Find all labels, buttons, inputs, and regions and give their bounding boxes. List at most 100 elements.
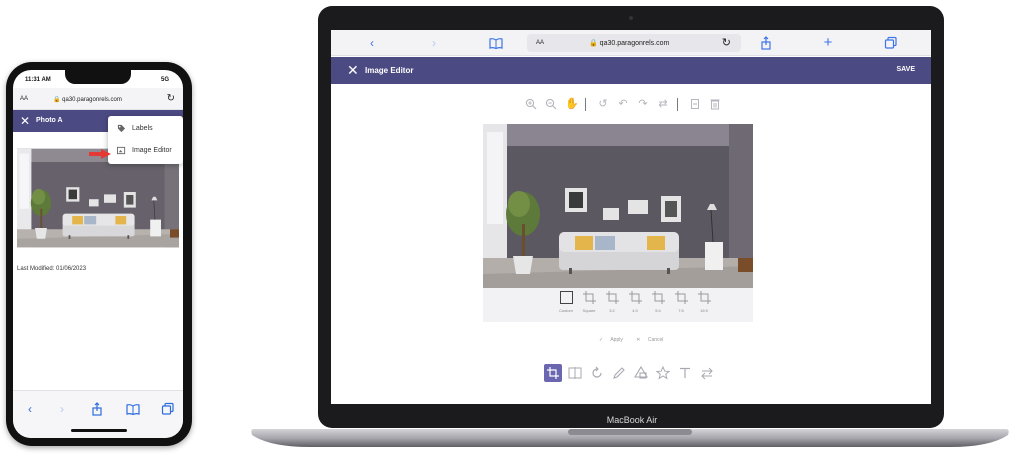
url-text: 🔒 qa30.paragonrels.com [53,96,122,103]
reset-icon[interactable]: ⇄ [657,98,669,110]
save-button[interactable]: SAVE [896,66,915,73]
crop-tool-button[interactable] [544,364,562,382]
lock-icon: 🔒 [53,97,61,103]
home-indicator [71,429,127,432]
last-modified-text: Last Modified: 01/06/2023 [17,266,87,272]
close-icon[interactable]: ✕ [347,62,359,78]
image-edit-icon [117,146,126,155]
crop-preset-16-9[interactable]: 16:9 [693,291,715,321]
new-tab-icon[interactable]: + [821,35,835,50]
editor-room-photo[interactable] [483,124,753,288]
zoom-out-icon[interactable] [545,98,557,110]
crop-custom-icon [559,291,573,304]
close-icon[interactable]: ✕ [20,114,30,128]
url-text: 🔒 qa30.paragonrels.com [589,39,669,47]
menu-item-label: Image Editor [132,147,172,154]
crop-icon [651,291,665,304]
crop-preset-5-4[interactable]: 5:4 [647,291,669,321]
crop-preset-square[interactable]: Square [578,291,600,321]
pencil-icon [613,367,625,379]
cancel-button[interactable]: ✕ Cancel [636,337,669,343]
crop-preset-label: 5:4 [655,308,661,313]
crop-icon [697,291,711,304]
status-time: 11:31 AM [25,77,51,83]
toolbar-divider [585,98,586,111]
crop-preset-label: 4:3 [632,308,638,313]
laptop-screen: ‹ › AA 🔒 qa30.paragonrels.com ↻ + ✕ Imag… [331,30,931,404]
delete-icon[interactable] [689,98,701,110]
back-icon[interactable]: ‹ [23,402,37,416]
close-icon: ✕ [636,337,641,343]
shape-tool-button[interactable] [632,364,650,382]
forward-icon[interactable]: › [55,402,69,416]
rotate-icon [592,366,602,378]
laptop-brand-label: MacBook Air [606,415,658,425]
apply-label: Apply [610,337,623,343]
crop-icon [582,291,596,304]
zoom-in-icon[interactable] [525,98,537,110]
rotate-tool-button[interactable] [588,364,606,382]
lock-icon: 🔒 [589,40,598,47]
crop-preset-label: 3:2 [609,308,615,313]
forward-icon[interactable]: › [427,36,441,50]
toolbar-divider [677,98,678,111]
editor-app-bar: ✕ Image Editor SAVE [331,57,931,84]
context-menu: Labels Image Editor [108,116,183,164]
swap-icon [701,367,713,380]
reload-icon[interactable]: ↻ [722,36,731,49]
camera-dot [629,16,633,20]
star-icon [655,365,671,380]
tabs-icon[interactable] [161,402,175,416]
page-title: Photo A [36,117,63,124]
laptop-base [251,429,1009,447]
delete-all-icon[interactable] [709,98,721,110]
shape-icon [634,365,648,379]
crop-preset-4-3[interactable]: 4:3 [624,291,646,321]
share-icon[interactable] [90,402,104,416]
crop-icon [674,291,688,304]
crop-preset-label: 7:5 [678,308,684,313]
text-tool-button[interactable] [676,364,694,382]
tag-icon [117,124,126,133]
crop-preset-7-5[interactable]: 7:5 [670,291,692,321]
text-icon [680,367,690,378]
crop-presets-panel: Custom Square 3:2 4:3 5:4 7:5 16:9 [483,288,753,322]
status-network: 5G [160,77,169,83]
crop-preset-label: Custom [559,308,573,313]
phone-address-bar[interactable]: AA 🔒 qa30.paragonrels.com ↻ [13,88,183,110]
apply-button[interactable]: ✓ Apply [599,337,629,343]
text-size-button[interactable]: AA [20,96,28,102]
menu-item-labels[interactable]: Labels [108,118,183,140]
share-icon[interactable] [759,36,773,50]
back-icon[interactable]: ‹ [365,36,379,50]
crop-preset-3-2[interactable]: 3:2 [601,291,623,321]
hand-icon[interactable]: ✋ [565,98,579,110]
flip-icon [568,367,582,379]
crop-preset-custom[interactable]: Custom [555,291,577,321]
url-host: qa30.paragonrels.com [62,97,122,103]
history-icon[interactable]: ↺ [597,98,609,110]
crop-preset-label: 16:9 [700,308,708,313]
crop-icon [605,291,619,304]
crop-preset-label: Square [582,308,596,313]
cancel-label: Cancel [647,337,664,343]
draw-tool-button[interactable] [610,364,628,382]
check-icon: ✓ [599,337,604,343]
tabs-icon[interactable] [884,36,898,50]
phone-screen: 11:31 AM 5G AA 🔒 qa30.paragonrels.com ↻ … [13,70,183,438]
bookmarks-icon[interactable] [126,402,140,416]
redo-icon[interactable]: ↷ [637,98,649,110]
address-bar[interactable]: AA 🔒 qa30.paragonrels.com ↻ [527,34,741,52]
menu-item-image-editor[interactable]: Image Editor [108,140,183,162]
undo-icon[interactable]: ↶ [617,98,629,110]
text-size-button[interactable]: AA [536,40,544,46]
bookmarks-icon[interactable] [489,36,503,50]
browser-toolbar: ‹ › AA 🔒 qa30.paragonrels.com ↻ + [331,30,931,56]
filter-tool-button[interactable] [698,364,716,382]
menu-item-label: Labels [132,125,153,132]
icon-tool-button[interactable] [654,364,672,382]
crop-actions: ✓ Apply ✕ Cancel [599,337,675,343]
flip-tool-button[interactable] [566,364,584,382]
reload-icon[interactable]: ↻ [167,93,175,104]
pointer-arrow-icon [89,149,111,159]
